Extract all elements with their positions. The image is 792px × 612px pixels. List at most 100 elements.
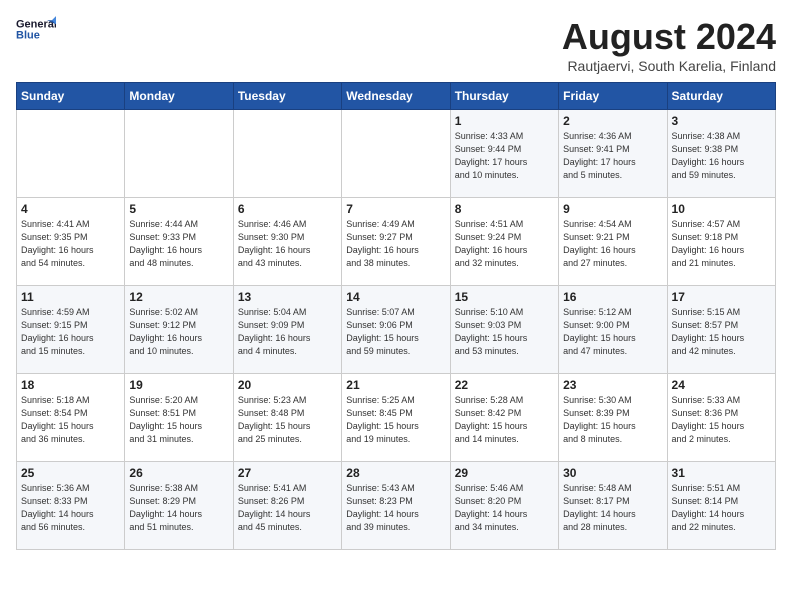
day-number: 19 — [129, 378, 228, 392]
day-info: Sunrise: 4:46 AM Sunset: 9:30 PM Dayligh… — [238, 218, 337, 270]
calendar-day-header: Wednesday — [342, 83, 450, 110]
day-info: Sunrise: 5:15 AM Sunset: 8:57 PM Dayligh… — [672, 306, 771, 358]
day-number: 15 — [455, 290, 554, 304]
calendar-cell: 10Sunrise: 4:57 AM Sunset: 9:18 PM Dayli… — [667, 198, 775, 286]
calendar-cell — [125, 110, 233, 198]
calendar-cell: 5 Sunrise: 4:44 AM Sunset: 9:33 PM Daylig… — [125, 198, 233, 286]
day-info: Sunrise: 4:44 AM Sunset: 9:33 PM Dayligh… — [129, 218, 228, 270]
calendar-cell — [17, 110, 125, 198]
day-info: Sunrise: 4:36 AM Sunset: 9:41 PM Dayligh… — [563, 130, 662, 182]
calendar-cell: 31 Sunrise: 5:51 AM Sunset: 8:14 PM Dayli… — [667, 462, 775, 550]
calendar-cell: 17 Sunrise: 5:15 AM Sunset: 8:57 PM Dayli… — [667, 286, 775, 374]
day-number: 5 — [129, 202, 228, 216]
day-info: Sunrise: 4:41 AM Sunset: 9:35 PM Dayligh… — [21, 218, 120, 270]
calendar-cell: 14 Sunrise: 5:07 AM Sunset: 9:06 PM Dayli… — [342, 286, 450, 374]
calendar-cell: 4Sunrise: 4:41 AM Sunset: 9:35 PM Daylig… — [17, 198, 125, 286]
day-number: 26 — [129, 466, 228, 480]
calendar-table: SundayMondayTuesdayWednesdayThursdayFrid… — [16, 82, 776, 550]
day-number: 14 — [346, 290, 445, 304]
day-info: Sunrise: 5:18 AM Sunset: 8:54 PM Dayligh… — [21, 394, 120, 446]
day-info: Sunrise: 5:36 AM Sunset: 8:33 PM Dayligh… — [21, 482, 120, 534]
day-info: Sunrise: 5:51 AM Sunset: 8:14 PM Dayligh… — [672, 482, 771, 534]
calendar-cell: 16 Sunrise: 5:12 AM Sunset: 9:00 PM Dayli… — [559, 286, 667, 374]
day-number: 13 — [238, 290, 337, 304]
calendar-cell: 21Sunrise: 5:25 AM Sunset: 8:45 PM Dayli… — [342, 374, 450, 462]
day-number: 7 — [346, 202, 445, 216]
day-number: 17 — [672, 290, 771, 304]
calendar-day-header: Sunday — [17, 83, 125, 110]
calendar-cell: 20Sunrise: 5:23 AM Sunset: 8:48 PM Dayli… — [233, 374, 341, 462]
calendar-cell: 24 Sunrise: 5:33 AM Sunset: 8:36 PM Dayli… — [667, 374, 775, 462]
calendar-cell: 22 Sunrise: 5:28 AM Sunset: 8:42 PM Dayli… — [450, 374, 558, 462]
calendar-week-row: 1Sunrise: 4:33 AM Sunset: 9:44 PM Daylig… — [17, 110, 776, 198]
calendar-cell: 23 Sunrise: 5:30 AM Sunset: 8:39 PM Dayli… — [559, 374, 667, 462]
page-header: General Blue August 2024 Rautjaervi, Sou… — [16, 16, 776, 74]
calendar-cell: 26 Sunrise: 5:38 AM Sunset: 8:29 PM Dayli… — [125, 462, 233, 550]
day-info: Sunrise: 4:49 AM Sunset: 9:27 PM Dayligh… — [346, 218, 445, 270]
calendar-cell: 28Sunrise: 5:43 AM Sunset: 8:23 PM Dayli… — [342, 462, 450, 550]
day-number: 23 — [563, 378, 662, 392]
calendar-cell: 3Sunrise: 4:38 AM Sunset: 9:38 PM Daylig… — [667, 110, 775, 198]
day-info: Sunrise: 5:25 AM Sunset: 8:45 PM Dayligh… — [346, 394, 445, 446]
day-info: Sunrise: 5:28 AM Sunset: 8:42 PM Dayligh… — [455, 394, 554, 446]
calendar-cell: 9 Sunrise: 4:54 AM Sunset: 9:21 PM Daylig… — [559, 198, 667, 286]
calendar-cell: 25Sunrise: 5:36 AM Sunset: 8:33 PM Dayli… — [17, 462, 125, 550]
day-info: Sunrise: 5:12 AM Sunset: 9:00 PM Dayligh… — [563, 306, 662, 358]
calendar-cell: 19 Sunrise: 5:20 AM Sunset: 8:51 PM Dayli… — [125, 374, 233, 462]
calendar-day-header: Saturday — [667, 83, 775, 110]
svg-text:Blue: Blue — [16, 29, 40, 41]
day-number: 31 — [672, 466, 771, 480]
calendar-cell — [342, 110, 450, 198]
logo: General Blue — [16, 16, 56, 44]
day-info: Sunrise: 4:57 AM Sunset: 9:18 PM Dayligh… — [672, 218, 771, 270]
calendar-cell: 12 Sunrise: 5:02 AM Sunset: 9:12 PM Dayli… — [125, 286, 233, 374]
day-info: Sunrise: 5:33 AM Sunset: 8:36 PM Dayligh… — [672, 394, 771, 446]
calendar-cell — [233, 110, 341, 198]
day-number: 27 — [238, 466, 337, 480]
calendar-cell: 18 Sunrise: 5:18 AM Sunset: 8:54 PM Dayli… — [17, 374, 125, 462]
calendar-header-row: SundayMondayTuesdayWednesdayThursdayFrid… — [17, 83, 776, 110]
calendar-cell: 8Sunrise: 4:51 AM Sunset: 9:24 PM Daylig… — [450, 198, 558, 286]
day-info: Sunrise: 4:54 AM Sunset: 9:21 PM Dayligh… — [563, 218, 662, 270]
calendar-day-header: Thursday — [450, 83, 558, 110]
day-number: 12 — [129, 290, 228, 304]
day-number: 11 — [21, 290, 120, 304]
day-number: 22 — [455, 378, 554, 392]
svg-text:General: General — [16, 18, 56, 30]
day-number: 28 — [346, 466, 445, 480]
day-number: 9 — [563, 202, 662, 216]
day-info: Sunrise: 5:30 AM Sunset: 8:39 PM Dayligh… — [563, 394, 662, 446]
calendar-day-header: Monday — [125, 83, 233, 110]
logo-icon: General Blue — [16, 16, 56, 44]
day-info: Sunrise: 5:20 AM Sunset: 8:51 PM Dayligh… — [129, 394, 228, 446]
month-title: August 2024 — [562, 16, 776, 58]
calendar-day-header: Friday — [559, 83, 667, 110]
calendar-cell: 11Sunrise: 4:59 AM Sunset: 9:15 PM Dayli… — [17, 286, 125, 374]
day-number: 16 — [563, 290, 662, 304]
day-number: 2 — [563, 114, 662, 128]
calendar-cell: 6Sunrise: 4:46 AM Sunset: 9:30 PM Daylig… — [233, 198, 341, 286]
day-info: Sunrise: 5:07 AM Sunset: 9:06 PM Dayligh… — [346, 306, 445, 358]
location: Rautjaervi, South Karelia, Finland — [562, 58, 776, 74]
calendar-cell: 1Sunrise: 4:33 AM Sunset: 9:44 PM Daylig… — [450, 110, 558, 198]
calendar-cell: 13 Sunrise: 5:04 AM Sunset: 9:09 PM Dayli… — [233, 286, 341, 374]
day-number: 1 — [455, 114, 554, 128]
calendar-day-header: Tuesday — [233, 83, 341, 110]
calendar-week-row: 4Sunrise: 4:41 AM Sunset: 9:35 PM Daylig… — [17, 198, 776, 286]
day-number: 24 — [672, 378, 771, 392]
calendar-cell: 29Sunrise: 5:46 AM Sunset: 8:20 PM Dayli… — [450, 462, 558, 550]
day-info: Sunrise: 5:38 AM Sunset: 8:29 PM Dayligh… — [129, 482, 228, 534]
day-info: Sunrise: 5:41 AM Sunset: 8:26 PM Dayligh… — [238, 482, 337, 534]
day-number: 18 — [21, 378, 120, 392]
day-info: Sunrise: 5:04 AM Sunset: 9:09 PM Dayligh… — [238, 306, 337, 358]
calendar-cell: 30Sunrise: 5:48 AM Sunset: 8:17 PM Dayli… — [559, 462, 667, 550]
calendar-cell: 27 Sunrise: 5:41 AM Sunset: 8:26 PM Dayli… — [233, 462, 341, 550]
calendar-cell: 7 Sunrise: 4:49 AM Sunset: 9:27 PM Daylig… — [342, 198, 450, 286]
calendar-week-row: 11Sunrise: 4:59 AM Sunset: 9:15 PM Dayli… — [17, 286, 776, 374]
calendar-week-row: 25Sunrise: 5:36 AM Sunset: 8:33 PM Dayli… — [17, 462, 776, 550]
day-info: Sunrise: 5:46 AM Sunset: 8:20 PM Dayligh… — [455, 482, 554, 534]
day-info: Sunrise: 5:02 AM Sunset: 9:12 PM Dayligh… — [129, 306, 228, 358]
day-number: 8 — [455, 202, 554, 216]
day-number: 20 — [238, 378, 337, 392]
day-number: 3 — [672, 114, 771, 128]
